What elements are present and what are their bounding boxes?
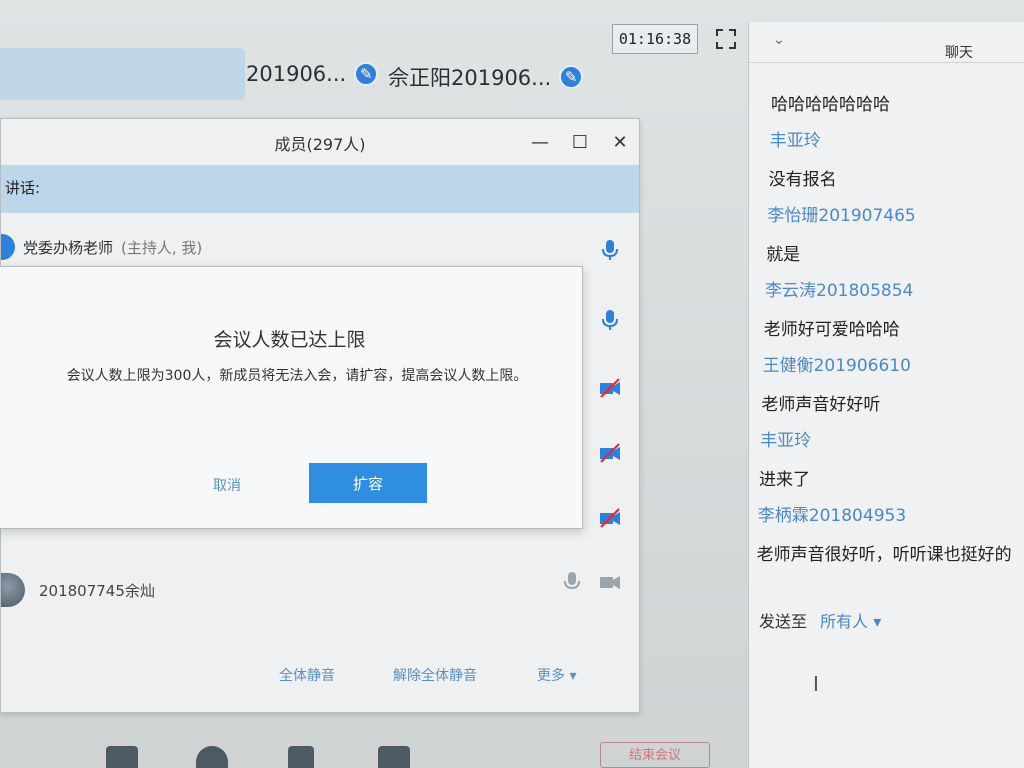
fullscreen-icon[interactable] <box>713 26 739 52</box>
document-icon[interactable] <box>288 746 314 768</box>
close-icon[interactable]: ✕ <box>607 129 633 155</box>
chat-header: ⌄ 聊天 <box>749 22 1024 63</box>
mic-icon[interactable] <box>599 309 621 331</box>
mute-all-button[interactable]: 全体静音 <box>279 665 335 685</box>
capacity-limit-dialog: 会议人数已达上限 会议人数上限为300人，新成员将无法入会，请扩容，提高会议人数… <box>0 266 583 529</box>
chat-message-text: 就是 <box>766 245 801 265</box>
participant-name: 佘正阳201906... <box>388 66 552 90</box>
chat-sender-name: 李云涛201805854 <box>765 280 914 301</box>
chat-sender-name: 王健衡201906610 <box>762 355 911 376</box>
maximize-icon[interactable]: ☐ <box>567 129 593 155</box>
camera-off-icon[interactable] <box>599 442 621 464</box>
member-row-host[interactable]: 党委办杨老师 (主持人, 我) <box>1 227 601 267</box>
members-footer: 全体静音 解除全体静音 更多 ▾ <box>1 659 639 689</box>
chat-message-text: 老师声音很好听，听听课也挺好的 <box>756 545 1012 565</box>
participant-tile-2[interactable]: 佘正阳201906... ✎ <box>388 62 584 92</box>
members-header: 成员(297人) — ☐ ✕ <box>1 119 639 167</box>
muted-mic-icon: ✎ <box>354 62 379 86</box>
meeting-timer: 01:16:38 <box>612 24 698 54</box>
chat-sender-name: 李怡珊201907465 <box>767 205 916 226</box>
video-top-bar: 201906... ✎ 佘正阳201906... ✎ 01:16:38 <box>0 0 760 110</box>
cancel-button[interactable]: 取消 <box>187 473 267 497</box>
expand-capacity-button[interactable]: 扩容 <box>309 463 427 503</box>
send-to-select[interactable]: 所有人 ▾ <box>820 612 881 631</box>
end-meeting-button[interactable]: 结束会议 <box>600 742 710 768</box>
member-name: 201807745余灿 <box>39 581 155 600</box>
chat-message-text: 哈哈哈哈哈哈哈 <box>771 95 890 115</box>
muted-mic-icon: ✎ <box>559 65 584 89</box>
dialog-title: 会议人数已达上限 <box>213 329 366 351</box>
avatar <box>1 234 15 260</box>
more-button[interactable]: 更多 ▾ <box>537 665 576 685</box>
keyboard-icon[interactable] <box>106 746 138 768</box>
speaking-bar: 讲话: <box>1 165 639 213</box>
chat-sender-name: 丰亚玲 <box>769 130 821 151</box>
camera-off-icon[interactable] <box>599 507 621 529</box>
chat-message-text: 老师声音好好听 <box>761 395 881 415</box>
emoji-icon[interactable] <box>196 746 228 768</box>
participant-name: 201906... <box>246 62 347 86</box>
apps-grid-icon[interactable] <box>378 746 410 768</box>
minimize-icon[interactable]: — <box>527 129 553 155</box>
member-name: 党委办杨老师 <box>23 238 114 257</box>
chat-sender-name: 丰亚玲 <box>760 430 812 451</box>
send-to-label: 发送至 <box>759 612 808 631</box>
chat-title: 聊天 <box>945 45 973 61</box>
member-role: (主持人, 我) <box>121 238 203 257</box>
chevron-down-icon[interactable]: ⌄ <box>773 32 785 48</box>
chat-message-text: 没有报名 <box>768 170 837 190</box>
participant-tile-1[interactable]: 201906... ✎ <box>246 62 379 86</box>
camera-off-icon[interactable] <box>599 571 621 593</box>
camera-off-icon[interactable] <box>599 377 621 399</box>
active-speaker-tile[interactable] <box>0 48 245 100</box>
meeting-screen: 201906... ✎ 佘正阳201906... ✎ 01:16:38 成员(2… <box>0 0 1024 768</box>
send-to-row: 发送至 所有人 ▾ <box>759 608 881 632</box>
chat-sender-name: 李柄霖201804953 <box>757 505 907 526</box>
text-cursor-icon[interactable]: I <box>813 672 819 696</box>
mic-off-icon[interactable] <box>561 571 583 593</box>
chat-message-text: 老师好可爱哈哈哈 <box>763 320 900 340</box>
avatar <box>1 573 25 607</box>
dialog-message: 会议人数上限为300人，新成员将无法入会，请扩容，提高会议人数上限。 <box>66 368 528 384</box>
unmute-all-button[interactable]: 解除全体静音 <box>393 665 477 685</box>
chat-panel: ⌄ 聊天 哈哈哈哈哈哈哈 丰亚玲 没有报名 李怡珊201907465 就是 李云涛2018… <box>748 22 1024 768</box>
mic-icon[interactable] <box>599 239 621 261</box>
member-row[interactable]: 201807745余灿 <box>1 569 601 611</box>
chat-message-text: 进来了 <box>759 470 810 490</box>
